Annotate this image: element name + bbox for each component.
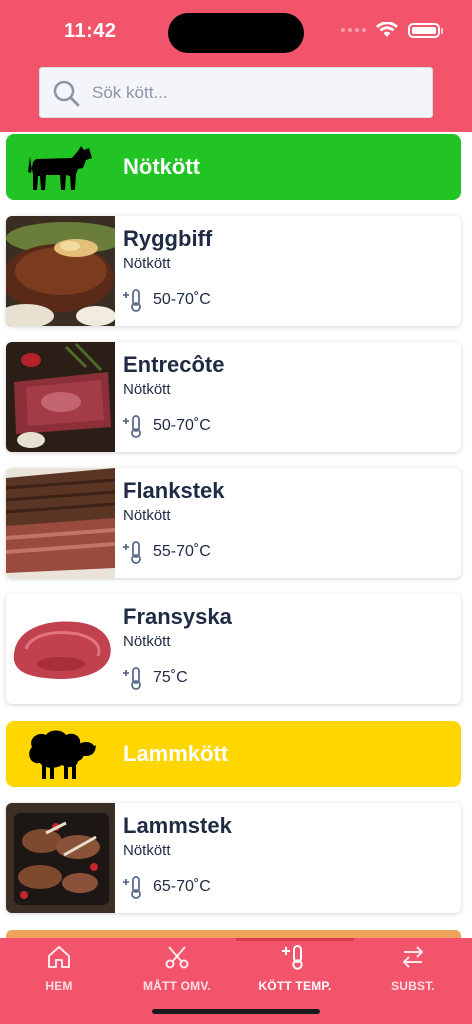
tab-measure-convert[interactable]: MÅTT OMV. (118, 944, 236, 993)
tab-label: HEM (45, 979, 73, 993)
cellular-signal-icon (341, 28, 366, 32)
meat-title: Entrecôte (123, 352, 225, 377)
temperature-row: 65-70˚C (123, 875, 211, 899)
category-label: Lammkött (123, 741, 229, 766)
meat-card-ryggbiff[interactable]: Ryggbiff Nötkött 50-70˚C (6, 216, 461, 326)
tab-substitutes[interactable]: SUBST. (354, 944, 472, 993)
meat-card-lammstek[interactable]: Lammstek Nötkött 65-70˚C (6, 803, 461, 913)
search-bar[interactable] (39, 67, 433, 118)
meat-title: Ryggbiff (123, 226, 213, 251)
tab-label: MÅTT OMV. (142, 979, 212, 993)
meat-image (6, 594, 115, 704)
scissors-icon (165, 946, 189, 969)
temperature-value: 65-70˚C (153, 878, 211, 895)
thermometer-icon (123, 876, 141, 899)
temperature-row: 75˚C (123, 666, 188, 690)
temperature-value: 55-70˚C (153, 543, 211, 560)
battery-icon (408, 22, 443, 38)
meat-title: Flankstek (123, 478, 225, 503)
meat-title: Fransyska (123, 604, 232, 629)
wifi-icon (376, 22, 398, 37)
temperature-value: 75˚C (153, 669, 188, 686)
meat-category: Nötkött (123, 633, 171, 650)
thermometer-icon (123, 541, 141, 564)
meat-category: Nötkött (123, 255, 171, 272)
home-icon (48, 946, 70, 968)
search-icon (53, 80, 80, 106)
tab-home[interactable]: HEM (0, 944, 118, 993)
thermometer-icon (123, 667, 141, 690)
meat-list[interactable]: Nötkött Ryggbiff Nötkött 50-70˚C Entrecô… (0, 132, 472, 938)
meat-category: Nötkött (123, 507, 171, 524)
home-indicator (152, 1009, 320, 1014)
swap-arrows-icon (403, 946, 423, 968)
temperature-row: 55-70˚C (123, 540, 211, 564)
category-header-beef[interactable]: Nötkött (6, 134, 461, 200)
category-label: Nötkött (123, 154, 200, 179)
meat-card-fransyska[interactable]: Fransyska Nötkött 75˚C (6, 594, 461, 704)
cow-icon (28, 146, 92, 190)
thermometer-icon (123, 415, 141, 438)
thermometer-icon (123, 289, 141, 312)
meat-image (6, 342, 115, 452)
meat-image (6, 216, 115, 326)
tab-meat-temperature[interactable]: KÖTT TEMP. (236, 944, 354, 993)
meat-category: Nötkött (123, 381, 171, 398)
meat-category: Nötkött (123, 842, 171, 859)
next-category-header-partial[interactable] (6, 930, 461, 938)
app-header: 11:42 (0, 0, 472, 132)
meat-card-flankstek[interactable]: Flankstek Nötkött 55-70˚C (6, 468, 461, 578)
status-icons (341, 22, 443, 38)
thermometer-icon (282, 945, 303, 970)
sheep-icon (29, 730, 96, 779)
temperature-row: 50-70˚C (123, 288, 211, 312)
tab-label: SUBST. (391, 979, 435, 993)
temperature-value: 50-70˚C (153, 291, 211, 308)
meat-card-entrecote[interactable]: Entrecôte Nötkött 50-70˚C (6, 342, 461, 452)
tab-label: KÖTT TEMP. (258, 979, 332, 993)
search-input[interactable] (92, 82, 412, 103)
status-time: 11:42 (64, 20, 117, 42)
active-tab-indicator (236, 938, 354, 941)
meat-title: Lammstek (123, 813, 232, 838)
meat-image (6, 468, 115, 578)
temperature-value: 50-70˚C (153, 417, 211, 434)
temperature-row: 50-70˚C (123, 414, 211, 438)
dynamic-island (168, 13, 304, 53)
category-header-lamb[interactable]: Lammkött (6, 721, 461, 787)
meat-image (6, 803, 115, 913)
